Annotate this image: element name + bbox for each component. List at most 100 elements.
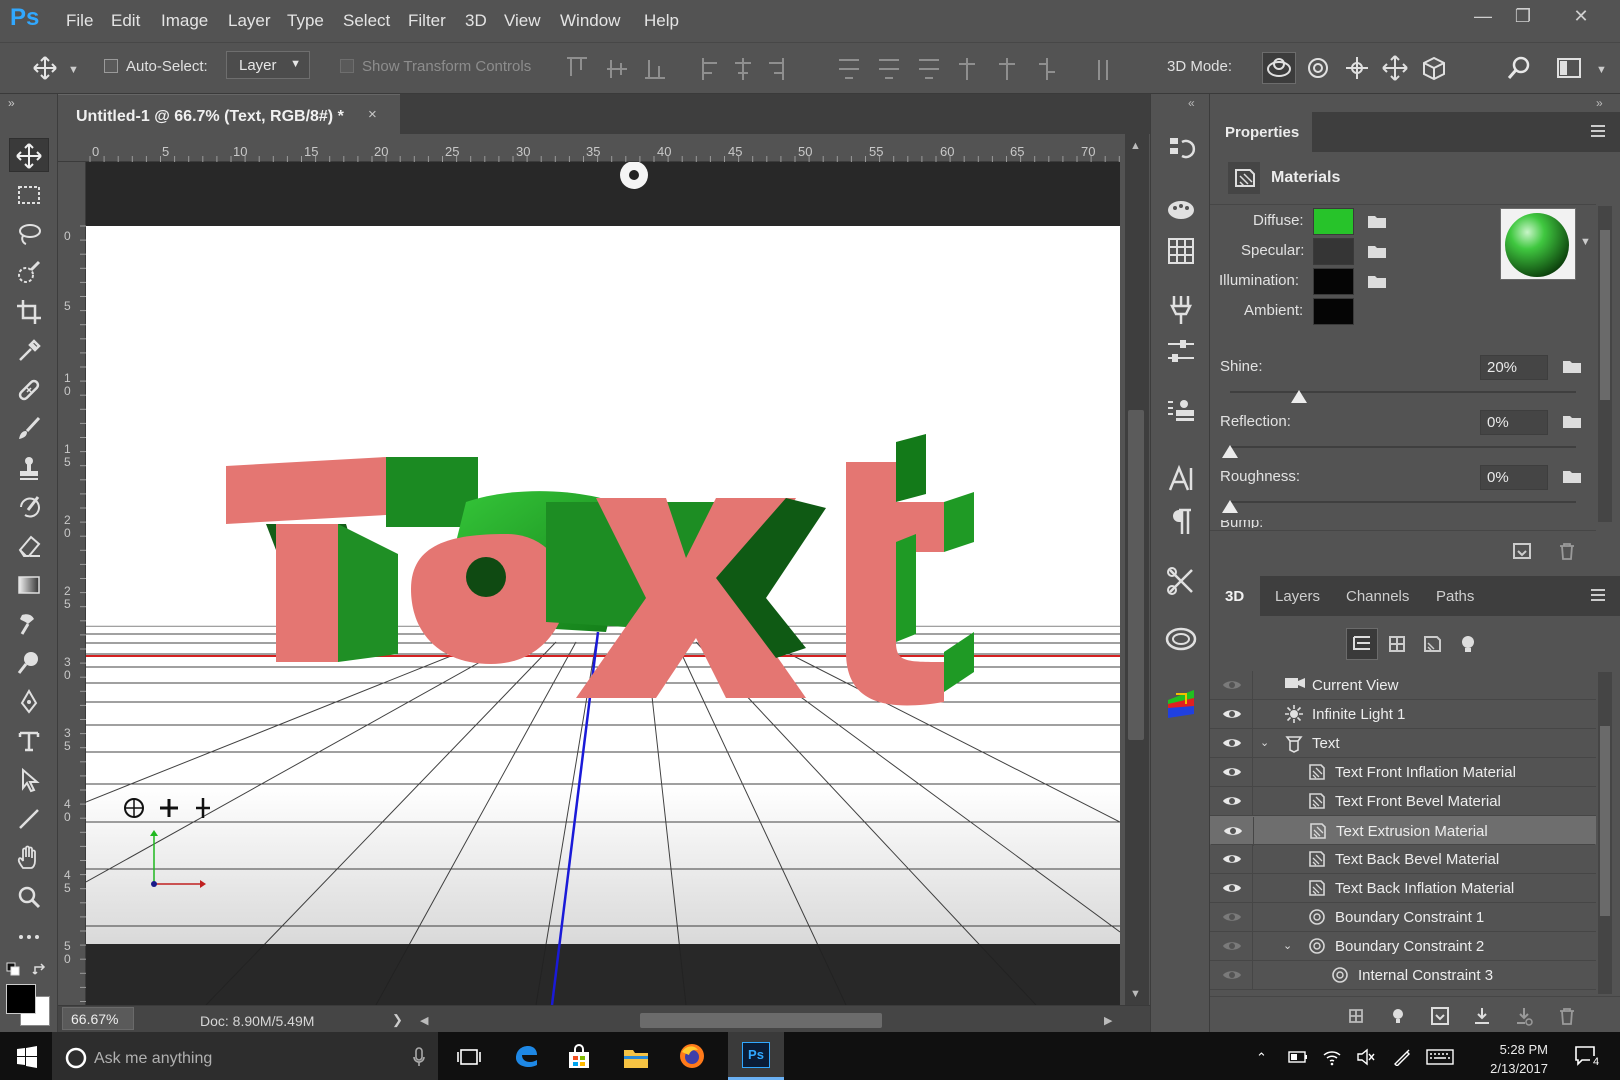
scene-tree-row[interactable]: Infinite Light 1 [1210,700,1596,729]
line-tool[interactable] [9,802,49,836]
roughness-field[interactable]: 0% [1480,465,1548,490]
history-panel-icon[interactable] [1164,132,1198,166]
diffuse-color-swatch[interactable] [1313,208,1354,235]
add-mesh-icon[interactable] [1346,1006,1366,1026]
scene-tree-row[interactable]: ⌄ Text [1210,729,1596,758]
task-view-icon[interactable] [456,1046,482,1068]
microphone-icon[interactable] [412,1046,426,1068]
menu-window[interactable]: Window [560,11,620,31]
scroll-left-icon[interactable]: ◀ [420,1014,428,1027]
foreground-color-swatch[interactable] [6,984,36,1014]
auto-select-checkbox[interactable] [104,59,118,73]
close-document-icon[interactable]: × [368,106,377,123]
roll-3d-icon[interactable] [1305,55,1331,81]
scene-tree-row[interactable]: Current View [1210,671,1596,700]
move-tool[interactable] [9,138,49,172]
type-tool[interactable] [9,724,49,758]
minimize-button[interactable]: — [1466,6,1500,30]
edge-browser-icon[interactable] [512,1042,540,1070]
canvas-area[interactable] [86,162,1120,1005]
reflection-field[interactable]: 0% [1480,410,1548,435]
zoom-level-field[interactable]: 66.67% [62,1007,134,1030]
menu-file[interactable]: File [66,11,93,31]
hand-tool[interactable] [9,841,49,875]
smudge-tool[interactable] [9,607,49,641]
marquee-tool[interactable] [9,178,49,212]
paragraph-panel-icon[interactable] [1164,504,1198,538]
3d-panel-icon[interactable] [1162,684,1196,718]
swap-colors-icon[interactable] [32,962,48,978]
move-tool-preset-icon[interactable] [32,55,58,81]
restore-button[interactable]: ❐ [1506,6,1540,30]
menu-layer[interactable]: Layer [228,11,271,31]
illumination-texture-folder-icon[interactable] [1367,273,1389,291]
scroll-down-icon[interactable]: ▼ [1130,988,1141,1000]
visibility-eye-icon[interactable] [1222,881,1242,895]
visibility-eye-icon[interactable] [1222,794,1242,808]
more-tools-icon[interactable] [9,920,49,954]
status-menu-chevron-icon[interactable]: ❯ [392,1012,403,1028]
gradient-tool[interactable] [9,568,49,602]
drop-to-ground-icon[interactable] [1472,1006,1492,1026]
scale-3d-icon[interactable] [1420,55,1446,81]
scene-tree-row[interactable]: Text Back Bevel Material [1210,845,1596,874]
ambient-color-swatch[interactable] [1313,298,1354,325]
layers-scroll-thumb[interactable] [1600,726,1610,916]
properties-scroll-thumb[interactable] [1600,230,1610,400]
scroll-right-icon[interactable]: ▶ [1104,1014,1112,1027]
wifi-icon[interactable] [1322,1048,1342,1066]
visibility-eye-icon[interactable] [1223,824,1243,838]
file-explorer-icon[interactable] [622,1046,650,1070]
store-icon[interactable] [566,1044,592,1070]
tool-presets-icon[interactable] [1164,564,1198,598]
specular-texture-folder-icon[interactable] [1367,243,1389,261]
healing-brush-tool[interactable] [9,373,49,407]
scene-tree-row[interactable]: Boundary Constraint 1 [1210,903,1596,932]
menu-filter[interactable]: Filter [408,11,446,31]
visibility-eye-icon[interactable] [1222,678,1242,692]
eraser-tool[interactable] [9,529,49,563]
battery-icon[interactable] [1288,1050,1308,1064]
shine-slider-track[interactable] [1230,391,1576,393]
start-button[interactable] [16,1046,38,1068]
adjustments-icon[interactable] [1164,334,1198,368]
tab-channels[interactable]: Channels [1346,588,1409,605]
menu-type[interactable]: Type [287,11,324,31]
shine-texture-folder-icon[interactable] [1562,358,1584,376]
3d-panel-menu-icon[interactable] [1590,588,1606,602]
show-hidden-icons-chevron-icon[interactable]: ⌃ [1256,1050,1267,1066]
shine-field[interactable]: 20% [1480,355,1548,380]
visibility-eye-icon[interactable] [1222,852,1242,866]
diffuse-texture-folder-icon[interactable] [1367,213,1389,231]
scene-tree-row[interactable]: Text Extrusion Material [1210,816,1596,846]
visibility-eye-icon[interactable] [1222,910,1242,924]
close-window-button[interactable]: ✕ [1564,6,1598,30]
delete-node-icon[interactable] [1558,1006,1576,1026]
workspace-icon[interactable] [1556,55,1582,81]
visibility-eye-icon[interactable] [1222,765,1242,779]
color-palette-icon[interactable] [1164,192,1198,226]
roughness-slider-thumb[interactable] [1222,500,1238,513]
tab-paths[interactable]: Paths [1436,588,1474,605]
drag-3d-icon[interactable] [1344,55,1370,81]
material-picker-chevron-icon[interactable]: ▼ [1580,236,1591,248]
whole-scene-filter-button[interactable] [1346,628,1378,660]
specular-color-swatch[interactable] [1313,238,1354,265]
character-panel-icon[interactable] [1164,462,1198,496]
workspace-chevron-down-icon[interactable]: ▼ [1596,64,1607,76]
illumination-color-swatch[interactable] [1313,268,1354,295]
shine-slider-thumb[interactable] [1291,390,1308,403]
expand-chevron-down-icon[interactable]: ⌄ [1260,736,1269,749]
meshes-filter-icon[interactable] [1385,632,1409,656]
zoom-tool[interactable] [9,880,49,914]
materials-filter-icon[interactable] [1420,632,1444,656]
scene-tree-row[interactable]: Text Front Inflation Material [1210,758,1596,787]
scene-tree-row[interactable]: Text Front Bevel Material [1210,787,1596,816]
lasso-tool[interactable] [9,217,49,251]
add-light-icon[interactable] [1388,1006,1408,1026]
clone-stamp-tool[interactable] [9,451,49,485]
new-material-icon[interactable] [1512,542,1532,560]
volume-muted-icon[interactable] [1356,1048,1376,1066]
collapse-panels-icon[interactable]: » [1596,96,1603,110]
brush-tool[interactable] [9,412,49,446]
